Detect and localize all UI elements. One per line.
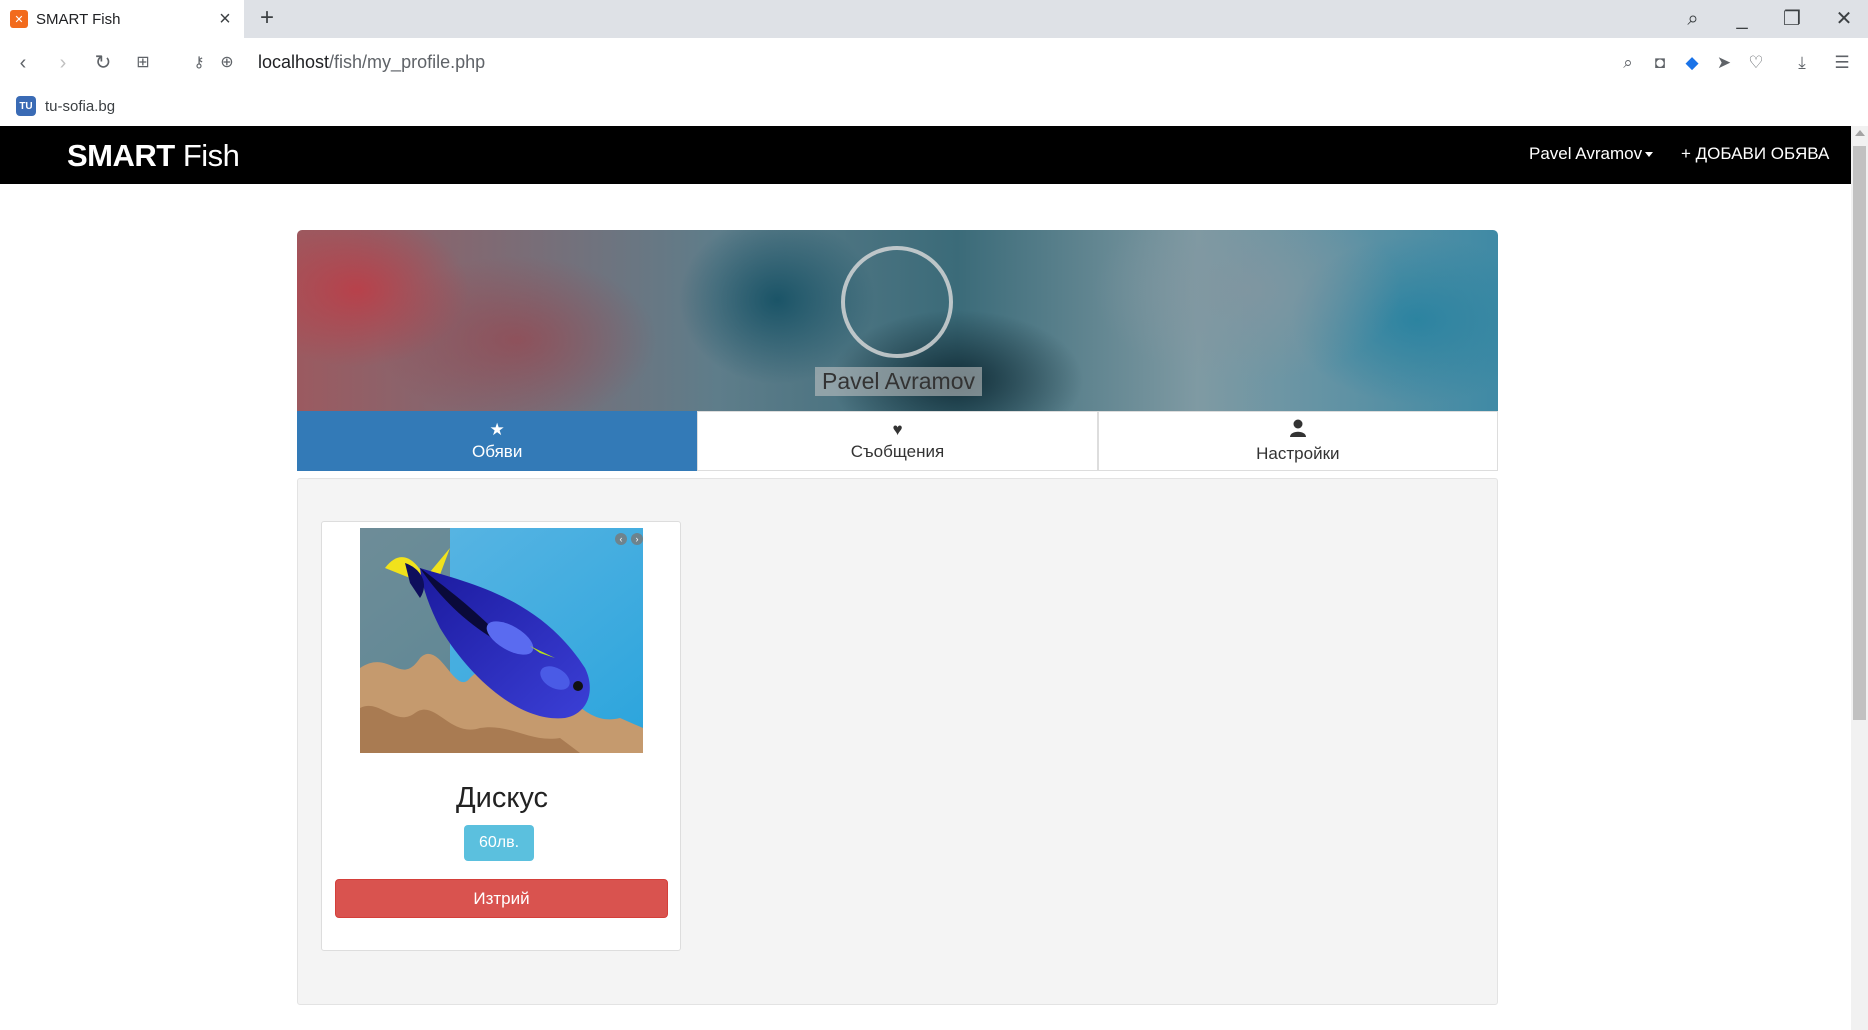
listing-image[interactable]: ‹ › [360,528,643,753]
restore-icon[interactable]: ❐ [1772,4,1812,34]
tab-label: Съобщения [850,442,945,461]
tab-ads[interactable]: ★ Обяви [297,411,698,471]
new-tab-icon[interactable]: + [254,6,280,32]
url-path: /fish/my_profile.php [329,52,486,72]
download-icon[interactable]: ⤓ [1790,50,1814,76]
speed-dial-icon[interactable]: ⊞ [130,50,156,76]
xampp-favicon-icon: ✕ [10,10,28,28]
search-tabs-icon[interactable]: ⌕ [1673,4,1713,34]
url-host: localhost [258,52,330,72]
price-badge: 60лв. [464,825,534,861]
tab-messages[interactable]: ♥ Съобщения [697,411,1098,471]
scroll-up-icon[interactable] [1855,130,1865,136]
tab-label: Обяви [472,442,523,461]
add-ad-link[interactable]: + ДОБАВИ ОБЯВА [1681,144,1829,164]
bookmark-tu-sofia[interactable]: TU tu-sofia.bg [16,96,115,116]
user-name: Pavel Avramov [1529,144,1643,163]
heart-outline-icon[interactable]: ♡ [1744,50,1768,76]
profile-tabs: ★ Обяви ♥ Съобщения Настройки [297,411,1498,471]
listing-title: Дискус [455,782,549,814]
key-icon[interactable]: ⚷ [186,50,212,76]
brand-bold: SMART [67,138,175,173]
page-viewport: SMART Fish Pavel Avramov + ДОБАВИ ОБЯВА … [0,126,1868,1030]
carousel-next-icon[interactable]: › [631,533,643,545]
camera-icon[interactable]: ◘ [1648,50,1672,76]
close-window-icon[interactable]: ✕ [1824,4,1864,34]
user-icon [1289,419,1306,442]
avatar[interactable] [841,246,953,358]
minimize-icon[interactable]: _ [1722,4,1762,34]
scrollbar[interactable] [1851,126,1868,1030]
tab-label: Настройки [1256,443,1340,463]
profile-name: Pavel Avramov [815,367,982,396]
star-icon: ★ [489,420,505,439]
shield-icon[interactable]: ◆ [1680,50,1704,76]
site-navbar: SMART Fish Pavel Avramov + ДОБАВИ ОБЯВА [0,126,1851,184]
heart-icon: ♥ [892,420,903,439]
send-icon[interactable]: ➤ [1712,50,1736,76]
tab-settings[interactable]: Настройки [1097,411,1498,471]
close-tab-icon[interactable]: × [214,8,236,30]
bookmark-label: tu-sofia.bg [45,97,116,115]
caret-down-icon [1645,152,1654,158]
listing-card: ‹ › Дискус 60лв. Изтрий [321,521,681,951]
browser-tabstrip: ✕ SMART Fish × + ⌕ _ ❐ ✕ [0,0,1868,38]
carousel-prev-icon[interactable]: ‹ [615,533,627,545]
user-dropdown[interactable]: Pavel Avramov [1529,144,1654,164]
delete-button[interactable]: Изтрий [335,879,668,918]
browser-tab[interactable]: ✕ SMART Fish × [0,0,244,38]
forward-icon[interactable]: › [50,50,76,76]
listings-panel: ‹ › Дискус 60лв. Изтрий [297,478,1498,1005]
reload-icon[interactable]: ↻ [90,50,116,76]
bookmarks-bar: TU tu-sofia.bg [0,88,1868,126]
easy-setup-icon[interactable]: ☰ [1830,50,1854,76]
globe-icon[interactable]: ⊕ [214,50,240,76]
scroll-thumb[interactable] [1853,146,1866,720]
brand-rest: Fish [174,138,240,173]
address-bar: ‹ › ↻ ⊞ ⚷ ⊕ localhost/fish/my_profile.ph… [0,38,1868,88]
brand-logo[interactable]: SMART Fish [67,138,240,174]
url-field[interactable]: localhost/fish/my_profile.php [258,52,485,73]
lens-icon[interactable]: ⌕ [1616,50,1640,76]
back-icon[interactable]: ‹ [10,50,36,76]
tu-sofia-logo-icon: TU [16,96,36,116]
tab-title: SMART Fish [36,10,121,28]
profile-cover: Pavel Avramov [297,230,1498,411]
